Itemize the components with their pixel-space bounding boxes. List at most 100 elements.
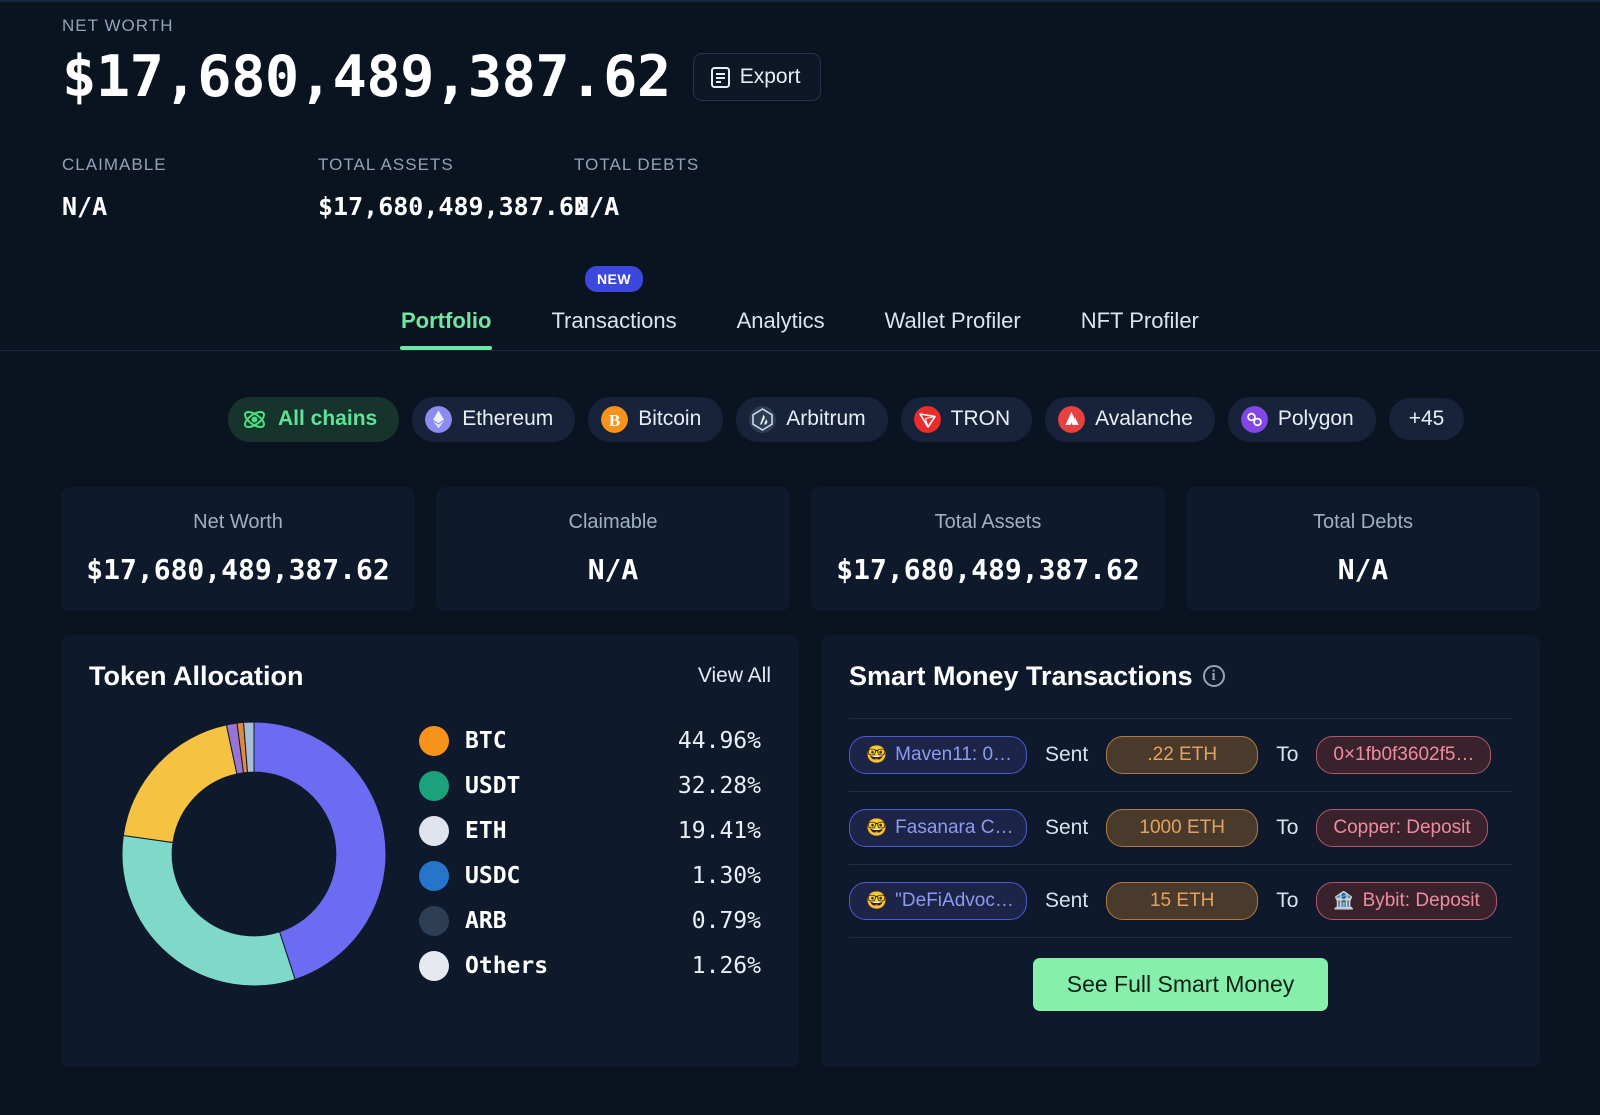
stat-card-value: $17,680,489,387.62 — [836, 553, 1140, 587]
substat-value: $17,680,489,387.62 — [318, 191, 589, 221]
chain-chip-ethereum[interactable]: Ethereum — [412, 396, 576, 442]
legend-value: 44.96% — [677, 728, 761, 755]
preposition: To — [1276, 815, 1299, 839]
substat-value: N/A — [62, 191, 108, 221]
usdc-icon — [419, 861, 449, 892]
table-row[interactable]: 🤓 Maven11: 0… Sent .22 ETH To 0×1fb0f360… — [821, 719, 1540, 791]
chain-chip-label: Bitcoin — [638, 407, 702, 431]
new-badge: NEW — [585, 265, 643, 292]
legend-label: ETH — [465, 818, 507, 845]
stat-card-value: N/A — [1337, 553, 1389, 587]
preposition: To — [1276, 888, 1299, 912]
stat-cards: Net Worth $17,680,489,387.62 Claimable N… — [0, 442, 1600, 611]
chain-chip-arbitrum[interactable]: Arbitrum — [736, 396, 888, 442]
tab-transactions[interactable]: NEW Transactions — [551, 265, 677, 350]
net-worth-label: NET WORTH — [62, 16, 174, 35]
table-row[interactable]: 🤓 "DeFiAdvoc… Sent 15 ETH To 🏦 Bybit: De… — [821, 865, 1540, 937]
amount-label: 1000 ETH — [1139, 816, 1225, 838]
legend-label: USDT — [465, 773, 521, 800]
amount-label: .22 ETH — [1147, 743, 1218, 765]
tab-nft-profiler[interactable]: NFT Profiler — [1081, 308, 1199, 350]
stat-card-title: Total Assets — [934, 511, 1042, 534]
polygon-icon — [1240, 405, 1268, 433]
substat-value: N/A — [574, 191, 620, 221]
recipient-label: 0×1fb0f3602f5… — [1333, 743, 1475, 765]
btc-icon — [419, 726, 449, 757]
chain-chip-all-chains[interactable]: All chains — [228, 396, 400, 442]
tab-label: Transactions — [551, 307, 677, 333]
chain-chip-tron[interactable]: TRON — [900, 396, 1033, 442]
tab-label: NFT Profiler — [1080, 307, 1199, 333]
sender-pill[interactable]: 🤓 "DeFiAdvoc… — [849, 881, 1027, 920]
tab-wallet-profiler[interactable]: Wallet Profiler — [885, 308, 1021, 350]
net-worth-value: $17,680,489,387.62 — [62, 44, 671, 110]
substat-label: CLAIMABLE — [62, 154, 167, 174]
sender-pill[interactable]: 🤓 Maven11: 0… — [849, 735, 1027, 774]
list-item: BTC 44.96% — [419, 719, 761, 764]
sender-label: Maven11: 0… — [895, 743, 1013, 765]
donut-slice-eth — [122, 724, 238, 843]
legend-value: 1.30% — [691, 863, 761, 890]
donut-slice-usdt — [121, 834, 296, 987]
table-row[interactable]: 🤓 Fasanara C… Sent 1000 ETH To Copper: D… — [821, 792, 1540, 864]
arbitrum-icon — [749, 405, 777, 433]
donut-chart — [89, 714, 419, 994]
stat-card-title: Total Debts — [1312, 511, 1414, 534]
see-full-smart-money-button[interactable]: See Full Smart Money — [1032, 957, 1329, 1011]
usdt-icon — [419, 771, 449, 802]
chain-chip-label: Avalanche — [1095, 407, 1193, 431]
tab-portfolio[interactable]: Portfolio — [399, 307, 493, 350]
sender-pill[interactable]: 🤓 Fasanara C… — [849, 808, 1027, 847]
legend-label: ARB — [465, 908, 507, 935]
stat-card-title: Claimable — [568, 511, 658, 534]
info-icon[interactable]: i — [1202, 665, 1225, 688]
chain-filter-chips: All chains Ethereum B Bitcoin Arbitrum T… — [0, 351, 1600, 442]
recipient-pill[interactable]: 🏦 Bybit: Deposit — [1316, 881, 1497, 920]
chain-chip-avalanche[interactable]: Avalanche — [1045, 396, 1215, 442]
list-item: USDC 1.30% — [419, 854, 761, 899]
recipient-label: Copper: Deposit — [1333, 816, 1471, 838]
export-label: Export — [739, 65, 801, 89]
substat-total-debts: TOTAL DEBTS N/A — [574, 155, 830, 221]
amount-pill[interactable]: 1000 ETH — [1106, 808, 1259, 847]
bitcoin-icon: B — [601, 405, 629, 433]
tab-analytics[interactable]: Analytics — [737, 308, 825, 350]
amount-pill[interactable]: .22 ETH — [1106, 735, 1259, 774]
recipient-pill[interactable]: 0×1fb0f3602f5… — [1316, 735, 1492, 774]
chain-chip-label: Ethereum — [462, 407, 554, 431]
nerd-face-icon: 🤓 — [866, 744, 888, 764]
tab-label: Wallet Profiler — [884, 307, 1021, 333]
chain-chip-label: All chains — [278, 407, 378, 431]
chain-chip-more[interactable]: +45 — [1388, 398, 1465, 441]
recipient-pill[interactable]: Copper: Deposit — [1316, 808, 1488, 847]
export-button[interactable]: Export — [692, 53, 822, 102]
smart-money-panel: Smart Money Transactions i 🤓 Maven11: 0…… — [821, 634, 1540, 1067]
chain-chip-polygon[interactable]: Polygon — [1227, 396, 1376, 442]
stat-card-net-worth: Net Worth $17,680,489,387.62 — [61, 486, 415, 611]
list-item: ARB 0.79% — [419, 899, 761, 944]
tron-icon — [913, 405, 941, 433]
legend-value: 1.26% — [691, 953, 761, 980]
view-all-link[interactable]: View All — [698, 664, 771, 688]
net-worth-row: $17,680,489,387.62 Export — [62, 46, 1600, 109]
stat-card-value: $17,680,489,387.62 — [86, 553, 390, 587]
lower-panels: Token Allocation View All BTC 44.96% USDT 3… — [0, 611, 1600, 1067]
substat-label: TOTAL ASSETS — [318, 154, 454, 174]
legend-label: Others — [465, 953, 549, 980]
legend-value: 32.28% — [677, 773, 761, 800]
token-allocation-panel: Token Allocation View All BTC 44.96% USDT 3… — [61, 634, 799, 1067]
chain-chip-label: Arbitrum — [786, 407, 866, 431]
chain-chip-bitcoin[interactable]: B Bitcoin — [588, 396, 724, 442]
chain-chip-label: Polygon — [1277, 407, 1354, 431]
list-item: ETH 19.41% — [419, 809, 761, 854]
list-item: Others 1.26% — [419, 944, 761, 989]
networth-summary: NET WORTH $17,680,489,387.62 Export CLAI… — [0, 2, 1600, 221]
action-verb: Sent — [1045, 742, 1089, 766]
smart-money-title: Smart Money Transactions — [849, 660, 1193, 691]
svg-text:B: B — [609, 411, 620, 430]
amount-pill[interactable]: 15 ETH — [1106, 881, 1259, 920]
document-icon — [710, 66, 730, 88]
stat-card-title: Net Worth — [193, 511, 283, 534]
tab-label: Portfolio — [401, 307, 492, 333]
chain-chip-label: TRON — [950, 407, 1011, 431]
